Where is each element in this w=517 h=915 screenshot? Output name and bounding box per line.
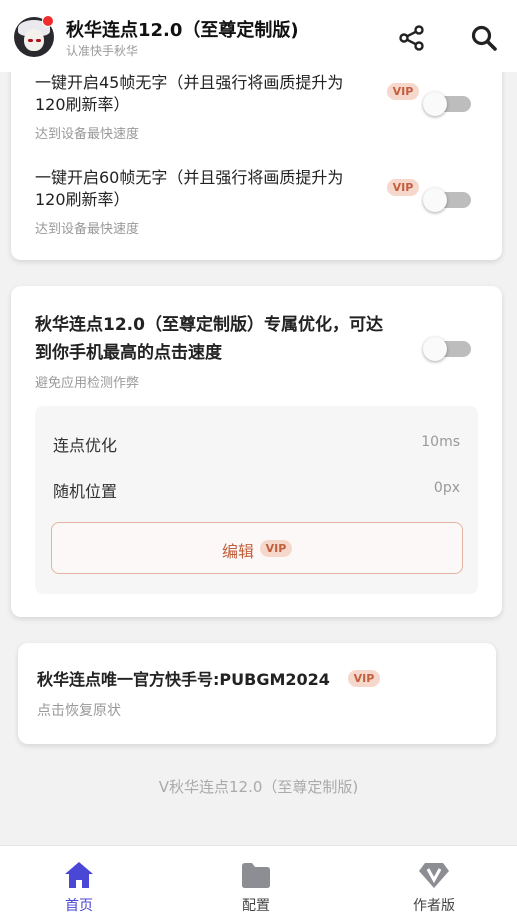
bottom-nav: 首页 配置 作者版 (0, 845, 517, 915)
fps60-title: 一键开启60帧无字（并且强行将画质提升为 120刷新率） (35, 168, 344, 209)
share-icon[interactable] (398, 24, 426, 52)
fps-options-card: 一键开启45帧无字（并且强行将画质提升为 120刷新率） VIP 达到设备最快速… (11, 50, 502, 260)
home-icon (65, 862, 93, 888)
fps60-toggle[interactable] (423, 188, 471, 212)
app-title: 秋华连点12.0（至尊定制版) (66, 20, 299, 41)
vip-badge: VIP (260, 540, 292, 557)
fps60-subtitle: 达到设备最快速度 (35, 222, 140, 237)
folder-icon (242, 863, 270, 888)
toggle-knob (423, 188, 447, 212)
fps45-subtitle: 达到设备最快速度 (35, 127, 140, 142)
optimization-toggle[interactable] (423, 337, 471, 361)
official-account-title: 秋华连点唯一官方快手号:PUBGM2024 (37, 670, 330, 689)
vip-diamond-icon (419, 863, 449, 888)
official-account-card[interactable]: 秋华连点唯一官方快手号:PUBGM2024 VIP 点击恢复原状 (18, 643, 496, 744)
fps45-title: 一键开启45帧无字（并且强行将画质提升为 120刷新率） (35, 73, 344, 114)
official-account-subtitle: 点击恢复原状 (37, 703, 121, 719)
version-text: V秋华连点12.0（至尊定制版) (158, 778, 359, 796)
app-subtitle: 认准快手秋华 (66, 44, 139, 58)
optimization-subtitle: 避免应用检测作弊 (35, 376, 140, 391)
fps45-toggle[interactable] (423, 92, 471, 116)
nav-item-home[interactable]: 首页 (29, 846, 129, 915)
nav-label-home: 首页 (65, 898, 93, 914)
app-header: 秋华连点12.0（至尊定制版) 认准快手秋华 (0, 0, 517, 72)
notification-dot (42, 15, 54, 27)
edit-button[interactable]: 编辑 VIP (51, 522, 463, 574)
setting-value-click-opt: 10ms (421, 434, 460, 450)
setting-value-random-pos: 0px (433, 480, 460, 496)
vip-badge: VIP (387, 83, 419, 100)
setting-label-click-opt: 连点优化 (53, 436, 118, 455)
search-icon[interactable] (470, 24, 498, 52)
vip-badge: VIP (387, 179, 419, 196)
nav-item-author[interactable]: 作者版 (384, 846, 484, 915)
optimization-title: 秋华连点12.0（至尊定制版）专属优化，可达 到你手机最高的点击速度 (35, 315, 383, 363)
vip-badge: VIP (348, 670, 380, 687)
nav-label-config: 配置 (242, 898, 270, 914)
nav-label-author: 作者版 (413, 898, 455, 914)
edit-button-label: 编辑 (222, 542, 255, 561)
toggle-knob (423, 337, 447, 361)
nav-item-config[interactable]: 配置 (206, 846, 306, 915)
settings-panel: 连点优化 10ms 随机位置 0px 编辑 VIP (35, 406, 478, 594)
toggle-knob (423, 92, 447, 116)
setting-label-random-pos: 随机位置 (53, 482, 118, 501)
exclusive-optimization-card: 秋华连点12.0（至尊定制版）专属优化，可达 到你手机最高的点击速度 避免应用检… (11, 286, 502, 617)
